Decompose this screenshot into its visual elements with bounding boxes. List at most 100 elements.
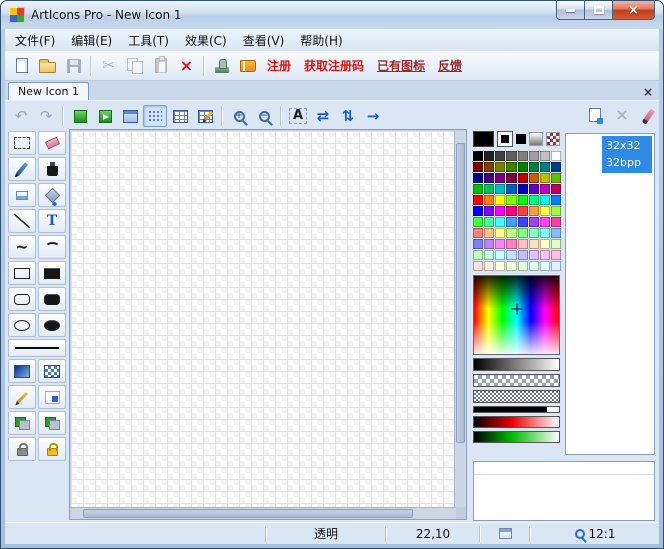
save-button[interactable] <box>61 53 86 78</box>
gradient-mini-button[interactable] <box>529 132 543 146</box>
palette-color-swatch[interactable] <box>518 217 528 227</box>
palette-color-swatch[interactable] <box>506 173 516 183</box>
small-black-swatch[interactable] <box>516 134 526 144</box>
shift-right-button[interactable]: → <box>361 105 385 127</box>
palette-color-swatch[interactable] <box>540 261 550 271</box>
palette-color-swatch[interactable] <box>484 151 494 161</box>
swap-colors-button[interactable] <box>8 411 36 435</box>
palette-color-swatch[interactable] <box>540 195 550 205</box>
palette-color-swatch[interactable] <box>506 184 516 194</box>
palette-color-swatch[interactable] <box>473 261 483 271</box>
palette-color-swatch[interactable] <box>540 228 550 238</box>
lock-colors-button[interactable] <box>38 437 66 461</box>
vertical-scrollbar[interactable] <box>454 131 466 507</box>
palette-color-swatch[interactable] <box>495 217 505 227</box>
preview-button[interactable] <box>68 105 92 127</box>
vertical-scrollbar-thumb[interactable] <box>456 143 465 443</box>
palette-color-swatch[interactable] <box>551 162 561 172</box>
undo-button[interactable]: ↶ <box>9 105 33 127</box>
filled-ellipse-tool[interactable] <box>38 313 66 337</box>
help-book-button[interactable] <box>235 53 260 78</box>
palette-color-swatch[interactable] <box>473 217 483 227</box>
palette-color-swatch[interactable] <box>484 261 494 271</box>
palette-color-swatch[interactable] <box>473 239 483 249</box>
palette-color-swatch[interactable] <box>473 184 483 194</box>
palette-color-swatch[interactable] <box>495 250 505 260</box>
filled-rounded-rect-tool[interactable] <box>38 287 66 311</box>
palette-color-swatch[interactable] <box>484 250 494 260</box>
red-gradient-bar[interactable] <box>473 416 560 428</box>
palette-color-swatch[interactable] <box>551 239 561 249</box>
flip-horizontal-button[interactable]: ⇄ <box>311 105 335 127</box>
zoom-in-button[interactable]: + <box>227 105 251 127</box>
delete-button[interactable]: × <box>174 53 199 78</box>
tab-new-icon-1[interactable]: New Icon 1 <box>8 82 89 100</box>
drawing-canvas[interactable] <box>71 131 455 507</box>
dither-bar-coarse[interactable] <box>473 374 560 387</box>
fill-bucket-tool[interactable] <box>38 183 66 207</box>
filled-rect-tool[interactable] <box>38 261 66 285</box>
menu-edit[interactable]: 编辑(E) <box>63 29 120 52</box>
palette-color-swatch[interactable] <box>551 228 561 238</box>
open-button[interactable] <box>35 53 60 78</box>
palette-color-swatch[interactable] <box>529 217 539 227</box>
rect-tool[interactable] <box>8 261 36 285</box>
palette-color-swatch[interactable] <box>551 184 561 194</box>
palette-color-swatch[interactable] <box>495 173 505 183</box>
palette-color-swatch[interactable] <box>495 151 505 161</box>
new-format-button[interactable] <box>583 104 607 126</box>
ink-bottle-tool[interactable] <box>38 157 66 181</box>
palette-color-swatch[interactable] <box>529 206 539 216</box>
delete-format-button[interactable]: × <box>610 104 634 126</box>
menu-tools[interactable]: 工具(T) <box>120 29 177 52</box>
menu-file[interactable]: 文件(F) <box>7 29 63 52</box>
palette-color-swatch[interactable] <box>551 195 561 205</box>
background-color-box[interactable] <box>497 131 513 147</box>
green-gradient-bar[interactable] <box>473 431 560 443</box>
draw-grid-button[interactable] <box>193 105 217 127</box>
palette-color-swatch[interactable] <box>518 228 528 238</box>
line-width-selector[interactable] <box>8 339 66 357</box>
palette-color-swatch[interactable] <box>529 184 539 194</box>
cut-button[interactable]: ✂ <box>96 53 121 78</box>
curve-tool[interactable]: ~ <box>8 235 36 259</box>
maximize-button[interactable] <box>584 1 612 20</box>
horizontal-scrollbar-thumb[interactable] <box>83 509 413 518</box>
palette-color-swatch[interactable] <box>529 173 539 183</box>
palette-color-swatch[interactable] <box>484 228 494 238</box>
palette-color-swatch[interactable] <box>484 173 494 183</box>
palette-color-swatch[interactable] <box>495 184 505 194</box>
palette-color-swatch[interactable] <box>473 173 483 183</box>
new-button[interactable] <box>9 53 34 78</box>
hsv-picker[interactable] <box>473 275 560 355</box>
edit-format-button[interactable] <box>637 104 659 126</box>
pixel-mode-button[interactable] <box>38 385 66 409</box>
palette-color-swatch[interactable] <box>540 250 550 260</box>
palette-color-swatch[interactable] <box>506 261 516 271</box>
palette-color-swatch[interactable] <box>529 261 539 271</box>
palette-color-swatch[interactable] <box>484 239 494 249</box>
line-tool[interactable] <box>8 209 36 233</box>
palette-color-swatch[interactable] <box>529 162 539 172</box>
palette-color-swatch[interactable] <box>540 239 550 249</box>
palette-color-swatch[interactable] <box>495 195 505 205</box>
palette-color-swatch[interactable] <box>551 250 561 260</box>
palette-color-swatch[interactable] <box>495 261 505 271</box>
palette-color-swatch[interactable] <box>518 206 528 216</box>
dither-bar-fine[interactable] <box>473 390 560 403</box>
palette-color-swatch[interactable] <box>518 162 528 172</box>
menu-help[interactable]: 帮助(H) <box>292 29 350 52</box>
palette-color-swatch[interactable] <box>506 239 516 249</box>
palette-color-swatch[interactable] <box>529 228 539 238</box>
palette-color-swatch[interactable] <box>551 261 561 271</box>
palette-color-swatch[interactable] <box>551 173 561 183</box>
palette-color-swatch[interactable] <box>540 151 550 161</box>
grayscale-gradient-bar[interactable] <box>473 358 560 371</box>
palette-color-swatch[interactable] <box>540 162 550 172</box>
palette-color-swatch[interactable] <box>506 206 516 216</box>
palette-color-swatch[interactable] <box>551 217 561 227</box>
palette-color-swatch[interactable] <box>518 250 528 260</box>
horizontal-scrollbar[interactable] <box>71 507 456 519</box>
format-list-item[interactable]: 32x32 32bpp <box>568 136 652 173</box>
palette-color-swatch[interactable] <box>518 184 528 194</box>
